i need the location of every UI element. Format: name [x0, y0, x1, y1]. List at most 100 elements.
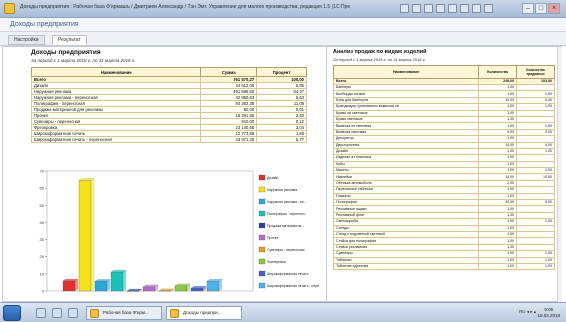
legend-label: Сувениры - переносная	[267, 248, 305, 252]
legend-swatch	[258, 174, 266, 181]
column-header: Количество	[478, 65, 518, 79]
cell-qty: 1,00	[478, 262, 518, 271]
legend-swatch	[258, 210, 266, 217]
close-button[interactable]: ×	[548, 3, 560, 14]
legend-label: Дизайн	[267, 176, 279, 180]
y-tick-label: 30	[40, 237, 45, 242]
left-report-title: Доходы предприятия	[31, 49, 101, 56]
toolbar-icon[interactable]	[460, 4, 469, 13]
y-tick-label: 40	[40, 220, 45, 225]
vertical-scrollbar[interactable]	[557, 47, 562, 303]
screen: Доходы предприятия : Рабочая база Ф'ирма…	[0, 0, 566, 322]
bar	[94, 281, 108, 292]
toolbar-icon[interactable]	[400, 4, 409, 13]
app-icon	[170, 309, 179, 318]
legend-swatch	[258, 258, 266, 265]
legend-label: Полиграфия - переносн...	[267, 212, 307, 216]
y-tick-label: 60	[40, 186, 45, 191]
table-row[interactable]: Широкоформатная печать - переносная 43 97…	[30, 136, 307, 143]
bar-side	[218, 278, 223, 292]
left-report-subtitle: За период с 1 марта 2018 г. по 31 марта …	[31, 58, 136, 63]
column-header: Количество продажных	[516, 65, 555, 79]
column-header: Наименование	[30, 67, 202, 77]
column-header: Сумма	[200, 67, 258, 77]
bar-side	[122, 269, 127, 292]
window-title: Доходы предприятия : Рабочая база Ф'ирма…	[20, 4, 350, 10]
legend-swatch	[258, 186, 266, 193]
toolbar-icon[interactable]	[448, 4, 457, 13]
app-icon	[90, 309, 99, 318]
legend-label: Продажа материалов...	[267, 224, 304, 228]
bar-side	[106, 279, 111, 292]
tab-settings[interactable]: Настройки	[8, 35, 45, 45]
form-header: Доходы предприятия	[0, 18, 566, 32]
title-bar: Доходы предприятия : Рабочая база Ф'ирма…	[0, 0, 566, 18]
legend-swatch	[258, 246, 266, 253]
app-icon	[4, 3, 15, 14]
cell-sum: 43 971,26	[200, 136, 258, 143]
right-report-title: Анализ продаж по видам изделий	[333, 49, 427, 55]
plot-area	[46, 170, 254, 292]
bar	[142, 286, 156, 292]
explorer-icon[interactable]	[36, 308, 46, 318]
cell-name: Табличка адресная	[332, 262, 480, 271]
tab-bar: Настройки Результат	[0, 32, 566, 46]
toolbar-icon[interactable]	[412, 4, 421, 13]
legend-swatch	[258, 282, 266, 289]
report-area: Доходы предприятия За период с 1 марта 2…	[2, 46, 562, 303]
tab-result[interactable]: Результат	[52, 35, 87, 45]
bar-side	[90, 178, 95, 292]
y-tick-label: 20	[40, 254, 45, 259]
toolbar-icon[interactable]	[424, 4, 433, 13]
folder-icon[interactable]	[68, 308, 78, 318]
legend-label: Наружная реклама	[267, 188, 297, 192]
taskbar-item-label: Доходы предпри...	[183, 310, 222, 315]
y-tick-label: 0	[42, 289, 45, 294]
system-tray[interactable]: RU ◂ ▸ ▴	[519, 309, 536, 315]
right-report-subtitle: За период с 1 марта 2018 г. по 31 марта …	[333, 57, 426, 62]
bar	[62, 280, 76, 292]
form-title: Доходы предприятия	[10, 21, 79, 28]
y-tick-label: 70	[40, 169, 45, 174]
legend-label: Фрезеровка	[267, 260, 286, 264]
taskbar-item-active[interactable]: Доходы предпри...	[166, 306, 242, 320]
bar-chart: 0 10 20 30 40 50 60 70 Дизайн Наружная реклама Нар…	[40, 169, 319, 294]
taskbar-item[interactable]: Рабочая база Ф'ирм...	[86, 306, 162, 320]
legend-swatch	[258, 198, 266, 205]
cell-pct: 5,77	[256, 136, 307, 143]
left-report-table: Наименование Сумма Процент Всего 761 570…	[30, 67, 307, 143]
y-tick-label: 10	[40, 271, 45, 276]
toolbar-icon[interactable]	[484, 4, 493, 13]
legend-label: Широкоформатная печать - переносная	[267, 284, 319, 288]
bar	[110, 271, 124, 292]
table-row[interactable]: Табличка адресная 1,00 1,00	[332, 262, 555, 271]
legend-label: Наружная реклама - пе...	[267, 200, 307, 204]
bar	[190, 287, 204, 292]
legend-swatch	[258, 234, 266, 241]
taskbar: Рабочая база Ф'ирм... Доходы предпри... …	[0, 302, 566, 322]
y-tick-label: 50	[40, 203, 45, 208]
toolbar-icon[interactable]	[472, 4, 481, 13]
column-header: Наименование	[332, 65, 480, 79]
legend-swatch	[258, 222, 266, 229]
maximize-button[interactable]: □	[535, 3, 547, 14]
bar	[174, 285, 188, 292]
legend-swatch	[258, 270, 266, 277]
toolbar-icon[interactable]	[436, 4, 445, 13]
right-report-pane: Анализ продаж по видам изделий За период…	[326, 47, 562, 303]
legend-label: Прочее	[267, 236, 279, 240]
minimize-button[interactable]: –	[522, 3, 534, 14]
right-report-table: Наименование Количество Количество прода…	[332, 65, 555, 271]
bar-side	[74, 278, 79, 292]
cell-qty2: 1,00	[516, 262, 555, 271]
legend-label: Широкоформатная печать	[267, 272, 309, 276]
start-button[interactable]	[3, 305, 21, 321]
browser-icon[interactable]	[52, 308, 62, 318]
cell-name: Широкоформатная печать - переносная	[30, 136, 202, 143]
clock[interactable]: 9:06 18.03.2018	[537, 307, 560, 319]
bar	[78, 180, 92, 292]
clock-date: 18.03.2018	[537, 313, 560, 318]
taskbar-item-label: Рабочая база Ф'ирм...	[103, 310, 149, 315]
bar	[206, 280, 220, 292]
column-header: Процент	[256, 67, 307, 77]
